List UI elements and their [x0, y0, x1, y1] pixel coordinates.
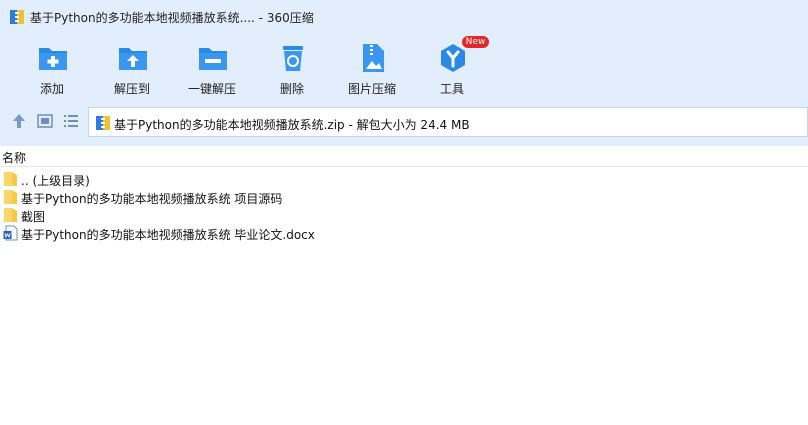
- extract-to-label: 解压到: [113, 82, 150, 96]
- trash-recycle-icon: [283, 46, 303, 71]
- image-compress-label: 图片压缩: [347, 82, 396, 96]
- one-click-extract-icon: [199, 48, 227, 70]
- list-item[interactable]: 基于Python的多功能本地视频播放系统 毕业论文.docx: [0, 224, 808, 242]
- list-item[interactable]: .. (上级目录): [0, 170, 808, 188]
- app-logo-icon: [10, 10, 24, 24]
- tools-label: 工具: [439, 82, 464, 96]
- list-view-icon[interactable]: [62, 112, 80, 130]
- navigation-bar: 基于Python的多功能本地视频播放系统.zip - 解包大小为 24.4 MB: [0, 104, 808, 140]
- file-name: 截图: [21, 210, 46, 224]
- list-item[interactable]: 基于Python的多功能本地视频播放系统 项目源码: [0, 188, 808, 206]
- top-area: 基于Python的多功能本地视频播放系统.... - 360压缩 添加 解压到: [0, 0, 808, 146]
- address-bar[interactable]: 基于Python的多功能本地视频播放系统.zip - 解包大小为 24.4 MB: [88, 107, 808, 137]
- list-item[interactable]: 截图: [0, 206, 808, 224]
- tools-button[interactable]: New 工具: [417, 36, 489, 100]
- up-arrow-icon[interactable]: [10, 112, 28, 130]
- word-document-icon: [3, 225, 18, 241]
- window-title: 基于Python的多功能本地视频播放系统.... - 360压缩: [30, 11, 314, 25]
- delete-label: 删除: [279, 82, 304, 96]
- title-bar: 基于Python的多功能本地视频播放系统.... - 360压缩: [0, 0, 808, 34]
- image-zip-icon: [363, 44, 384, 72]
- add-button[interactable]: 添加: [17, 38, 87, 100]
- folder-icon: [4, 208, 17, 222]
- folder-icon: [4, 172, 17, 186]
- extract-to-button[interactable]: 解压到: [97, 38, 167, 100]
- delete-button[interactable]: 删除: [257, 38, 327, 100]
- zip-archive-icon: [96, 116, 110, 130]
- new-badge: New: [462, 36, 489, 48]
- folder-icon: [4, 190, 17, 204]
- column-header-label: 名称: [2, 151, 27, 165]
- address-text: 基于Python的多功能本地视频播放系统.zip - 解包大小为 24.4 MB: [114, 118, 470, 132]
- thumbnail-view-icon[interactable]: [36, 112, 54, 130]
- image-compress-button[interactable]: 图片压缩: [337, 38, 407, 100]
- file-name: 基于Python的多功能本地视频播放系统 毕业论文.docx: [21, 228, 315, 242]
- column-header-name[interactable]: 名称: [0, 146, 808, 167]
- one-click-extract-label: 一键解压: [187, 82, 236, 96]
- extract-folder-icon: [119, 48, 147, 70]
- add-folder-icon: [39, 48, 67, 70]
- one-click-extract-button[interactable]: 一键解压: [177, 38, 247, 100]
- toolbar: 添加 解压到 一键解压 删除 图片压缩 New 工具: [0, 34, 808, 100]
- file-name: 基于Python的多功能本地视频播放系统 项目源码: [21, 192, 283, 206]
- add-label: 添加: [39, 82, 64, 96]
- file-name: .. (上级目录): [21, 174, 90, 188]
